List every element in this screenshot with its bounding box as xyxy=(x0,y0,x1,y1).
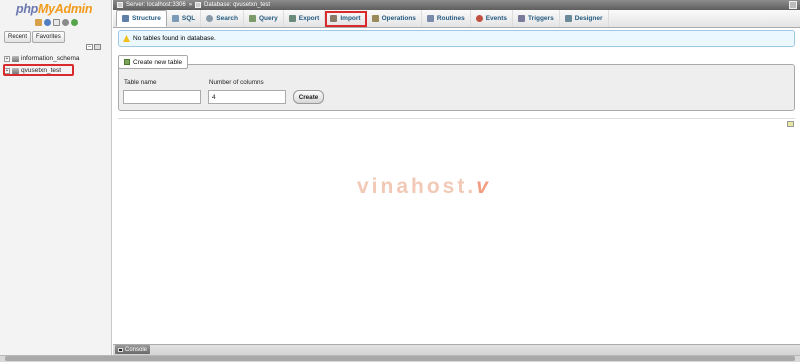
query-icon xyxy=(248,15,256,22)
tab-label: Designer xyxy=(574,15,603,22)
console-icon xyxy=(118,347,123,352)
import-highlight-box xyxy=(325,11,367,27)
tab-search[interactable]: Search xyxy=(201,10,244,27)
tab-export[interactable]: Export xyxy=(284,10,326,27)
structure-icon xyxy=(122,15,129,22)
tab-sql[interactable]: SQL xyxy=(167,10,202,27)
watermark-text: vinahost. xyxy=(357,175,477,198)
tab-label: SQL xyxy=(181,15,196,22)
phpmyadmin-logo[interactable]: phpMyAdmin xyxy=(16,2,92,16)
nav-icon-bar xyxy=(35,19,78,26)
tree-item-information-schema[interactable]: + information_schema xyxy=(4,55,80,62)
tab-events[interactable]: Events xyxy=(471,10,514,27)
tab-label: Operations xyxy=(381,15,416,22)
tab-query[interactable]: Query xyxy=(244,10,284,27)
breadcrumb-server[interactable]: Server: localhost:3306 xyxy=(126,2,186,8)
watermark: vinahost.v xyxy=(357,175,491,199)
export-icon xyxy=(288,15,296,22)
columns-input[interactable] xyxy=(208,90,286,104)
tab-structure[interactable]: Structure xyxy=(116,10,167,27)
collapse-all-icon[interactable]: – xyxy=(86,44,93,50)
tab-label: Routines xyxy=(436,15,465,22)
help-icon[interactable] xyxy=(44,19,51,26)
sql-icon xyxy=(171,15,179,22)
columns-label: Number of columns xyxy=(209,79,264,86)
database-tabs: Structure SQL Search Query Export Import… xyxy=(113,10,800,28)
tab-triggers[interactable]: Triggers xyxy=(513,10,560,27)
divider xyxy=(118,118,795,119)
tab-label: Structure xyxy=(132,15,161,22)
database-name: information_schema xyxy=(21,55,80,62)
create-button[interactable]: Create xyxy=(293,90,324,104)
tab-routines[interactable]: Routines xyxy=(422,10,471,27)
notice-message: No tables found in database. xyxy=(118,30,795,47)
database-icon xyxy=(195,2,202,8)
clock-icon xyxy=(475,15,483,22)
collapse-header-icon[interactable] xyxy=(789,1,797,9)
tab-operations[interactable]: Operations xyxy=(367,10,422,27)
create-table-legend: Create new table xyxy=(118,55,189,69)
tab-label: Search xyxy=(216,15,238,22)
search-icon xyxy=(206,15,214,22)
tab-label: Triggers xyxy=(528,15,554,22)
scrollbar-thumb[interactable] xyxy=(5,356,795,361)
expand-icon[interactable]: + xyxy=(4,55,10,62)
breadcrumb-separator: » xyxy=(188,2,193,8)
page-settings-icon[interactable] xyxy=(787,121,794,127)
tree-controls: – xyxy=(86,44,101,50)
wrench-icon xyxy=(371,15,379,22)
navigation-panel: phpMyAdmin Recent Favorites – + informat… xyxy=(0,0,112,362)
triggers-icon xyxy=(518,15,526,22)
server-icon xyxy=(117,2,123,8)
database-highlight-box xyxy=(3,64,74,76)
nav-tabs: Recent Favorites xyxy=(4,31,65,43)
reload-icon[interactable] xyxy=(71,19,78,26)
tab-label: Events xyxy=(485,15,508,22)
table-name-input[interactable] xyxy=(123,90,201,104)
database-icon xyxy=(12,55,19,62)
settings-icon[interactable] xyxy=(62,19,69,26)
recent-tab[interactable]: Recent xyxy=(4,31,32,43)
logo-myadmin: MyAdmin xyxy=(38,2,93,16)
designer-icon xyxy=(564,15,572,22)
notice-text: No tables found in database. xyxy=(133,35,216,42)
home-icon[interactable] xyxy=(35,19,42,26)
breadcrumb-bar: Server: localhost:3306 » Database: qvuse… xyxy=(113,0,800,10)
favorites-tab[interactable]: Favorites xyxy=(32,31,65,43)
create-table-title: Create new table xyxy=(133,58,183,66)
console-button[interactable]: Console xyxy=(115,345,151,354)
watermark-mark: v xyxy=(476,175,491,198)
logo-php: php xyxy=(16,2,39,16)
console-label: Console xyxy=(125,346,148,353)
link-icon[interactable] xyxy=(94,44,101,50)
table-name-label: Table name xyxy=(124,79,157,86)
tab-designer[interactable]: Designer xyxy=(560,10,609,27)
table-add-icon xyxy=(124,59,130,65)
breadcrumb-database[interactable]: Database: qvusetxn_test xyxy=(204,2,270,8)
warning-icon xyxy=(123,35,130,42)
tab-label: Export xyxy=(298,15,320,22)
routines-icon xyxy=(426,15,434,22)
docs-icon[interactable] xyxy=(53,19,60,26)
tab-label: Query xyxy=(258,15,278,22)
